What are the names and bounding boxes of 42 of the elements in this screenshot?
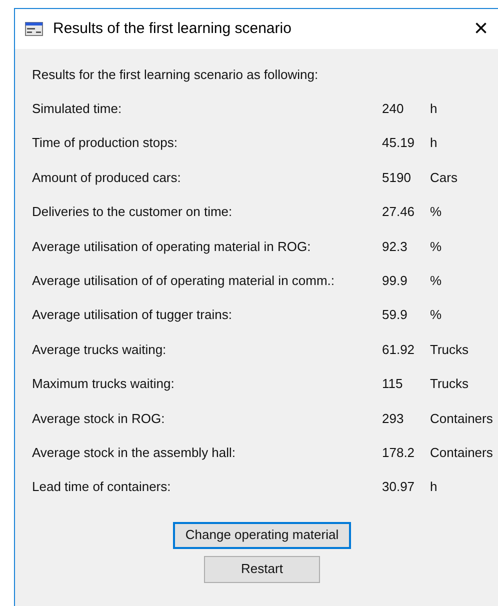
change-material-button[interactable]: Change operating material [173,522,351,549]
result-value: 92.3 [382,238,408,256]
result-unit: % [430,238,442,256]
result-unit: h [430,478,438,496]
result-unit: Containers [430,444,493,462]
result-value: 240 [382,100,405,118]
result-value: 45.19 [382,134,416,152]
result-label: Simulated time: [32,100,123,118]
result-label: Average utilisation of of operating material in comm.: [32,272,336,290]
result-value: 61.92 [382,340,416,359]
result-value: 293 [382,410,405,428]
result-value: 30.97 [382,478,416,496]
result-unit: Cars [430,168,458,187]
result-label: Time of production stops: [32,134,178,152]
result-label: Average utilisation of operating material in ROG: [32,238,312,256]
close-button[interactable]: × [470,17,492,41]
result-label: Average trucks waiting: [32,340,168,359]
result-unit: Trucks [430,375,469,394]
result-label: Lead time of containers: [32,478,172,496]
result-value: 99.9 [382,272,408,290]
result-label: Average stock in the assembly hall: [32,444,237,462]
restart-button[interactable]: Restart [204,556,320,583]
result-label: Average stock in ROG: [32,410,166,428]
window-icon [25,22,43,36]
result-unit: h [430,134,438,152]
result-value: 59.9 [382,306,408,324]
result-label: Amount of produced cars: [32,168,182,187]
result-label: Average utilisation of tugger trains: [32,306,233,324]
window-title: Results of the first learning scenario [53,18,292,39]
result-label: Deliveries to the customer on time: [32,203,234,222]
result-unit: h [430,100,438,118]
result-label: Maximum trucks waiting: [32,375,176,394]
intro-text: Results for the first learning scenario as following: [32,66,320,84]
result-value: 5190 [382,168,412,187]
result-unit: % [430,203,442,222]
result-value: 178.2 [382,444,416,462]
result-unit: % [430,272,442,290]
result-unit: Trucks [430,340,469,359]
result-unit: % [430,306,442,324]
result-unit: Containers [430,410,493,428]
result-value: 115 [382,375,404,394]
result-value: 27.46 [382,203,416,222]
